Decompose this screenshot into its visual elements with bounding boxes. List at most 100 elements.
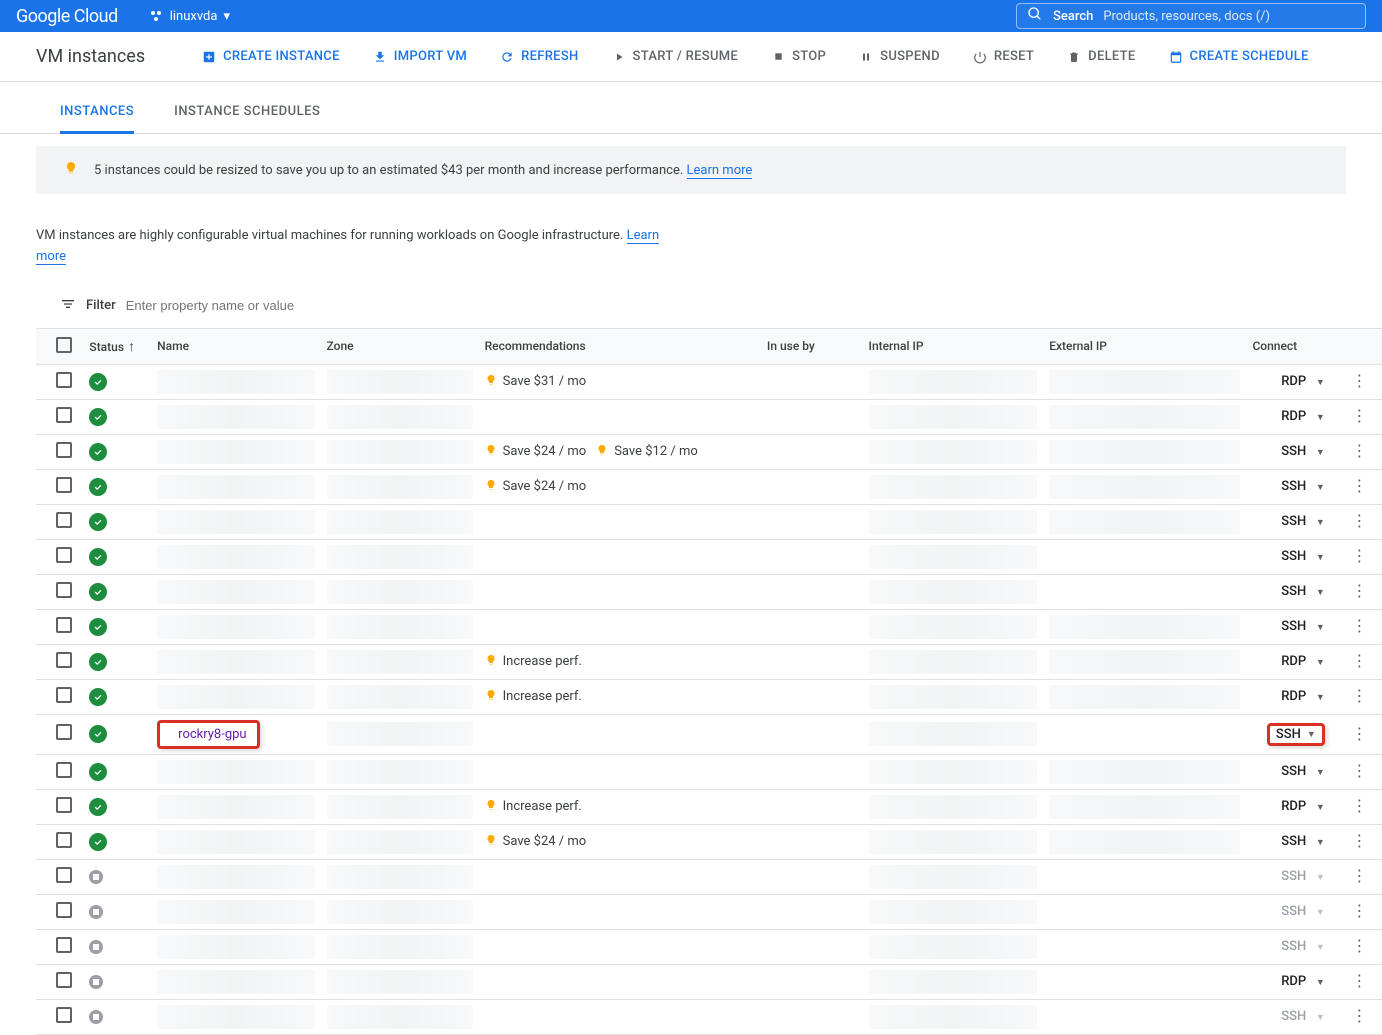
select-all-checkbox[interactable] [56, 337, 72, 353]
more-actions-button[interactable]: ⋮ [1351, 616, 1367, 635]
connect-button[interactable]: RDP [1281, 654, 1306, 669]
more-actions-button[interactable]: ⋮ [1351, 406, 1367, 425]
recommendation-chip[interactable]: Save $12 / mo [596, 443, 698, 461]
connect-button[interactable]: SSH [1281, 619, 1306, 634]
chevron-down-icon[interactable]: ▼ [1316, 518, 1325, 528]
row-checkbox[interactable] [56, 547, 72, 563]
connect-button[interactable]: SSH [1281, 444, 1306, 459]
recommendation-chip[interactable]: Increase perf. [485, 653, 582, 671]
more-actions-button[interactable]: ⋮ [1351, 796, 1367, 815]
chevron-down-icon[interactable]: ▼ [1316, 378, 1325, 388]
connect-button[interactable]: SSH [1281, 764, 1306, 779]
col-in-use-by[interactable]: In use by [761, 328, 863, 364]
row-checkbox[interactable] [56, 582, 72, 598]
col-status[interactable]: Status↑ [83, 328, 151, 364]
row-checkbox[interactable] [56, 797, 72, 813]
more-actions-button[interactable]: ⋮ [1351, 971, 1367, 990]
more-actions-button[interactable]: ⋮ [1351, 686, 1367, 705]
col-external-ip[interactable]: External IP [1043, 328, 1246, 364]
row-checkbox[interactable] [56, 832, 72, 848]
recommendation-chip[interactable]: Save $24 / mo [485, 478, 587, 496]
chevron-down-icon[interactable]: ▼ [1316, 483, 1325, 493]
delete-button[interactable]: DELETE [1066, 49, 1135, 65]
recommendation-chip[interactable]: Increase perf. [485, 688, 582, 706]
row-checkbox[interactable] [56, 1007, 72, 1023]
more-actions-button[interactable]: ⋮ [1351, 441, 1367, 460]
row-checkbox[interactable] [56, 617, 72, 633]
chevron-down-icon[interactable]: ▼ [1316, 838, 1325, 848]
more-actions-button[interactable]: ⋮ [1351, 936, 1367, 955]
connect-button[interactable]: SSH [1281, 834, 1306, 849]
banner-learn-more-link[interactable]: Learn more [687, 163, 753, 179]
create-instance-button[interactable]: CREATE INSTANCE [201, 49, 340, 65]
connect-button[interactable]: RDP [1281, 689, 1306, 704]
chevron-down-icon[interactable]: ▼ [1316, 658, 1325, 668]
recommendation-chip[interactable]: Save $24 / mo [485, 443, 587, 461]
recommendation-chip[interactable]: Increase perf. [485, 798, 582, 816]
chevron-down-icon[interactable]: ▼ [1316, 768, 1325, 778]
row-checkbox[interactable] [56, 687, 72, 703]
connect-button[interactable]: SSH [1281, 514, 1306, 529]
tab-instances[interactable]: INSTANCES [60, 104, 134, 134]
project-selector[interactable]: linuxvda ▾ [150, 9, 230, 24]
col-connect[interactable]: Connect [1246, 328, 1336, 364]
more-actions-button[interactable]: ⋮ [1351, 511, 1367, 530]
more-actions-button[interactable]: ⋮ [1351, 761, 1367, 780]
search-box[interactable]: Search Products, resources, docs (/) [1016, 3, 1366, 29]
start-button[interactable]: START / RESUME [611, 49, 739, 65]
row-checkbox[interactable] [56, 972, 72, 988]
row-checkbox[interactable] [56, 477, 72, 493]
more-actions-button[interactable]: ⋮ [1351, 371, 1367, 390]
chevron-down-icon[interactable]: ▼ [1316, 588, 1325, 598]
col-internal-ip[interactable]: Internal IP [863, 328, 1044, 364]
connect-button[interactable]: SSH [1276, 727, 1301, 742]
chevron-down-icon[interactable]: ▼ [1316, 553, 1325, 563]
recommendation-chip[interactable]: Save $24 / mo [485, 833, 587, 851]
col-name[interactable]: Name [151, 328, 320, 364]
more-actions-button[interactable]: ⋮ [1351, 724, 1367, 743]
create-schedule-button[interactable]: CREATE SCHEDULE [1168, 49, 1309, 65]
connect-button[interactable]: RDP [1281, 799, 1306, 814]
chevron-down-icon[interactable]: ▼ [1307, 729, 1316, 740]
import-vm-button[interactable]: IMPORT VM [372, 49, 467, 65]
stop-button[interactable]: STOP [770, 49, 826, 65]
col-zone[interactable]: Zone [321, 328, 479, 364]
recommendation-chip[interactable]: Save $31 / mo [485, 373, 587, 391]
col-recommendations[interactable]: Recommendations [479, 328, 761, 364]
connect-button[interactable]: SSH [1281, 479, 1306, 494]
more-actions-button[interactable]: ⋮ [1351, 901, 1367, 920]
row-checkbox[interactable] [56, 372, 72, 388]
row-checkbox[interactable] [56, 724, 72, 740]
chevron-down-icon[interactable]: ▼ [1316, 413, 1325, 423]
row-checkbox[interactable] [56, 937, 72, 953]
chevron-down-icon[interactable]: ▼ [1316, 448, 1325, 458]
chevron-down-icon[interactable]: ▼ [1316, 978, 1325, 988]
more-actions-button[interactable]: ⋮ [1351, 866, 1367, 885]
more-actions-button[interactable]: ⋮ [1351, 476, 1367, 495]
filter-input[interactable] [126, 298, 386, 313]
chevron-down-icon[interactable]: ▼ [1316, 623, 1325, 633]
more-actions-button[interactable]: ⋮ [1351, 1006, 1367, 1025]
connect-button[interactable]: SSH [1281, 549, 1306, 564]
tab-schedules[interactable]: INSTANCE SCHEDULES [174, 104, 320, 133]
row-checkbox[interactable] [56, 902, 72, 918]
row-checkbox[interactable] [56, 442, 72, 458]
row-checkbox[interactable] [56, 867, 72, 883]
more-actions-button[interactable]: ⋮ [1351, 581, 1367, 600]
row-checkbox[interactable] [56, 407, 72, 423]
instance-name-link[interactable]: rockry8-gpu [174, 725, 250, 744]
chevron-down-icon[interactable]: ▼ [1316, 693, 1325, 703]
connect-button[interactable]: RDP [1281, 409, 1306, 424]
refresh-button[interactable]: REFRESH [499, 49, 578, 65]
more-actions-button[interactable]: ⋮ [1351, 831, 1367, 850]
more-actions-button[interactable]: ⋮ [1351, 651, 1367, 670]
row-checkbox[interactable] [56, 762, 72, 778]
more-actions-button[interactable]: ⋮ [1351, 546, 1367, 565]
row-checkbox[interactable] [56, 512, 72, 528]
suspend-button[interactable]: SUSPEND [858, 49, 940, 65]
connect-button[interactable]: SSH [1281, 584, 1306, 599]
connect-button[interactable]: RDP [1281, 374, 1306, 389]
row-checkbox[interactable] [56, 652, 72, 668]
reset-button[interactable]: RESET [972, 49, 1034, 65]
connect-button[interactable]: RDP [1281, 974, 1306, 989]
